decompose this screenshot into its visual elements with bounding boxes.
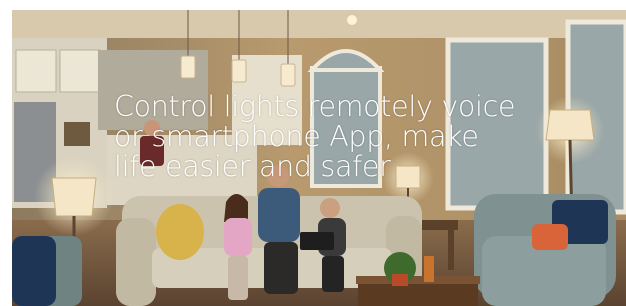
headline-line-1: Control lights remotely voice	[114, 90, 516, 123]
headline-line-2: or smartphone App, make	[114, 120, 479, 153]
hero-slide: Control lights remotely voice or smartph…	[12, 10, 626, 306]
yellow-pillow	[156, 204, 204, 260]
armchair	[474, 194, 616, 306]
headline-line-3: life easier and safer	[114, 150, 391, 183]
ceiling	[12, 10, 626, 38]
orange-pillow	[532, 224, 568, 250]
headline: Control lights remotely voice or smartph…	[114, 92, 584, 182]
tablet	[300, 232, 334, 250]
